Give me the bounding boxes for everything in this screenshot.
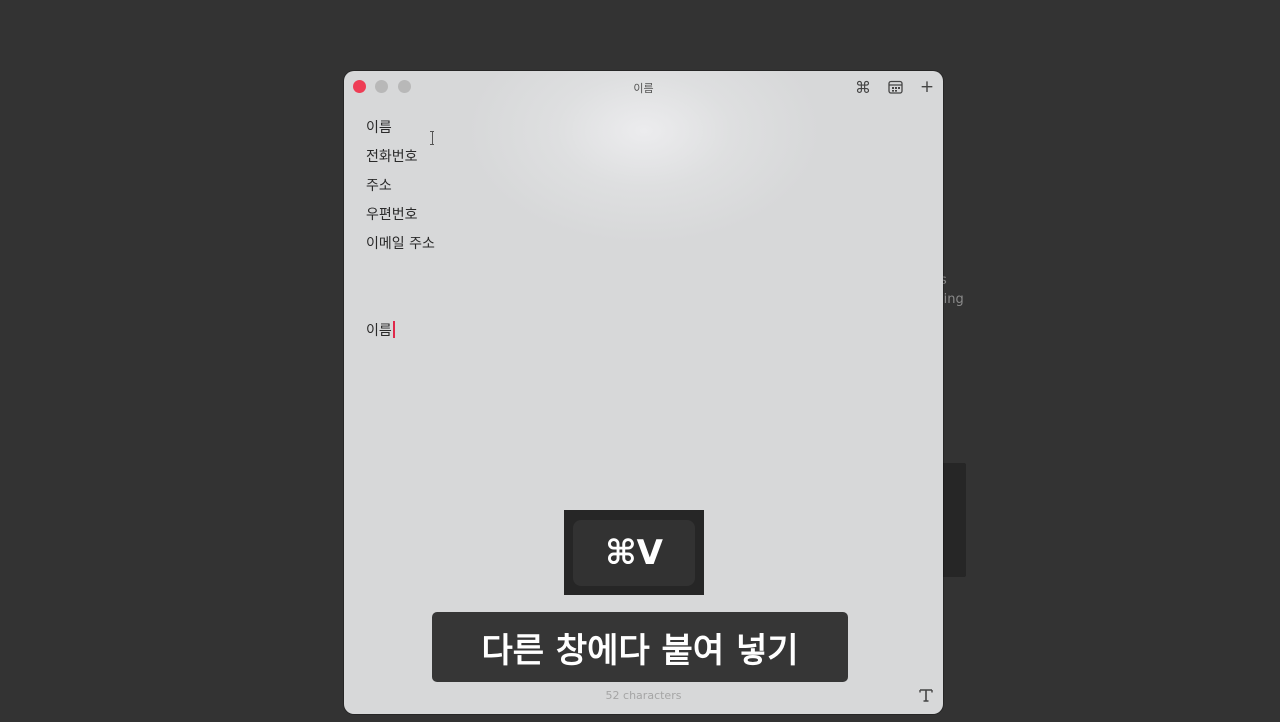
text-format-icon[interactable] [918, 687, 936, 705]
plus-icon[interactable]: + [916, 77, 938, 97]
editor-line: 이름 [366, 120, 392, 136]
character-count: 52 characters [605, 689, 682, 702]
editor-line: 이메일 주소 [366, 236, 435, 252]
editor-line: 전화번호 [366, 149, 418, 165]
text-caret [392, 321, 395, 338]
shortcut-key-label: ⌘V [573, 519, 695, 586]
current-line-text: 이름 [366, 323, 392, 339]
blank-lines [366, 262, 916, 320]
calendar-icon[interactable] [884, 77, 906, 97]
ibeam-cursor-icon [430, 131, 434, 145]
command-icon[interactable]: ⌘ [852, 77, 874, 97]
editor-line: 주소 [366, 178, 392, 194]
desktop: s ling 이름 ⌘ + 이름 전화번호 주소 우편번호 이메일 주소 이름 … [0, 0, 1280, 722]
editor-line: 우편번호 [366, 207, 418, 223]
caption-subtitle: 다른 창에다 붙여 넣기 [432, 612, 848, 682]
editor-current-line: 이름 [366, 320, 916, 349]
shortcut-overlay: ⌘V [564, 510, 704, 595]
title-bar[interactable]: 이름 ⌘ + [344, 71, 943, 103]
text-editor[interactable]: 이름 전화번호 주소 우편번호 이메일 주소 이름 [366, 117, 916, 349]
background-window-text: ling [940, 292, 964, 307]
